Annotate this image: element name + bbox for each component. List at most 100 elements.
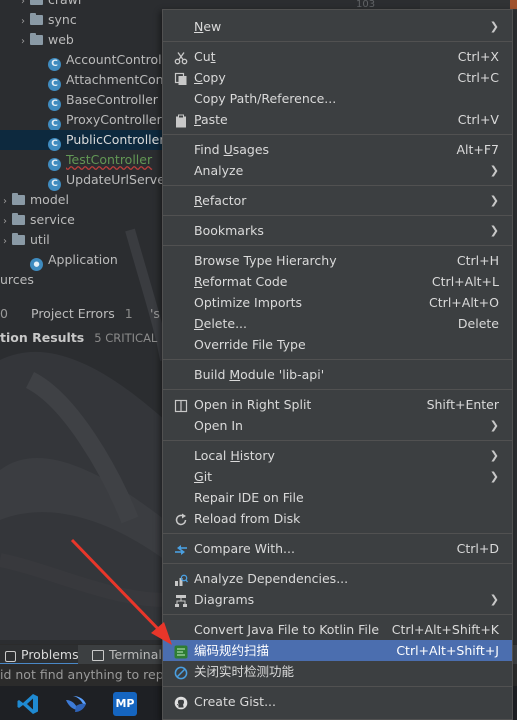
menu-item-shortcut: Ctrl+C	[457, 70, 499, 85]
tree-item-application[interactable]: ● Application	[30, 250, 118, 271]
menu-item-8[interactable]: Refactor ❯	[163, 190, 512, 211]
menu-item-9[interactable]: Bookmarks ❯	[163, 220, 512, 241]
menu-item-label: Open In	[194, 418, 243, 433]
menu-item-17[interactable]: Open In ❯	[163, 415, 512, 436]
menu-item-label: Delete...	[194, 316, 248, 331]
disable-icon	[174, 665, 188, 680]
menu-item-2[interactable]: Cut Ctrl+X	[163, 46, 512, 67]
tree-item-accountcontroller[interactable]: C AccountController	[48, 50, 178, 71]
menu-item-label: Copy	[194, 70, 226, 85]
menu-item-7[interactable]: Analyze ❯	[163, 160, 512, 181]
tree-item-updateurlserver[interactable]: C UpdateUrlServer	[48, 170, 170, 191]
tree-item-model[interactable]: › model	[0, 190, 69, 210]
problems-icon	[5, 651, 16, 662]
menu-item-27[interactable]: 关闭实时检测功能	[163, 661, 512, 682]
menu-item-19[interactable]: Git ❯	[163, 466, 512, 487]
menu-item-3[interactable]: Copy Ctrl+C	[163, 67, 512, 88]
tab-project-errors[interactable]: Project Errors 1	[31, 303, 133, 325]
submenu-arrow-icon: ❯	[489, 224, 499, 237]
menu-item-label: 关闭实时检测功能	[194, 664, 295, 679]
mp-icon[interactable]: MP	[113, 692, 137, 716]
menu-item-label: Git	[194, 469, 213, 484]
submenu-arrow-icon: ❯	[489, 20, 499, 33]
menu-item-14[interactable]: Override File Type	[163, 334, 512, 355]
submenu-arrow-icon: ❯	[489, 164, 499, 177]
github-icon	[174, 695, 188, 710]
expand-arrow-icon[interactable]: ›	[0, 192, 12, 212]
menu-item-shortcut: Ctrl+X	[457, 49, 499, 64]
menu-item-label: Create Gist...	[194, 694, 277, 709]
tree-item-util[interactable]: › util	[0, 230, 50, 250]
expand-arrow-icon[interactable]: ›	[16, 12, 30, 32]
menu-item-22[interactable]: Compare With... Ctrl+D	[163, 538, 512, 559]
tree-item-publiccontroller[interactable]: C PublicController	[0, 130, 165, 151]
reload-icon	[174, 512, 188, 526]
tree-item-service[interactable]: › service	[0, 210, 75, 230]
tree-item-label: Application	[48, 252, 118, 267]
menu-item-15[interactable]: Build Module 'lib-api'	[163, 364, 512, 385]
menu-item-label: Open in Right Split	[194, 397, 312, 412]
tree-item-label: TestController	[66, 152, 153, 167]
tree-item-label: crawl	[48, 0, 81, 7]
menu-item-5[interactable]: Paste Ctrl+V	[163, 109, 512, 130]
tree-item-sync[interactable]: › sync	[16, 10, 77, 30]
tree-item-testcontroller[interactable]: C TestController	[48, 150, 153, 171]
expand-arrow-icon[interactable]: ›	[16, 32, 30, 52]
menu-item-6[interactable]: Find Usages Alt+F7	[163, 139, 512, 160]
menu-item-label: Override File Type	[194, 337, 306, 352]
tree-item-crawl[interactable]: ›crawl	[16, 0, 81, 10]
menu-item-4[interactable]: Copy Path/Reference...	[163, 88, 512, 109]
menu-item-10[interactable]: Browse Type Hierarchy Ctrl+H	[163, 250, 512, 271]
problems-tab[interactable]: Problems	[0, 645, 79, 665]
menu-item-1[interactable]: New ❯	[163, 16, 512, 37]
tree-item-label: service	[30, 212, 75, 227]
tool-window-tabs: 0 Project Errors 1 's	[0, 303, 165, 325]
menu-item-12[interactable]: Optimize Imports Ctrl+Alt+O	[163, 292, 512, 313]
menu-item-26[interactable]: 编码规约扫描 Ctrl+Alt+Shift+J	[163, 640, 512, 661]
tree-item-web[interactable]: › web	[16, 30, 74, 50]
folder-icon	[30, 33, 43, 45]
menu-item-label: 编码规约扫描	[194, 643, 270, 658]
menu-item-label: Analyze Dependencies...	[194, 571, 349, 586]
folder-icon	[12, 193, 25, 205]
menu-item-13[interactable]: Delete... Delete	[163, 313, 512, 334]
paste-icon	[174, 113, 188, 128]
menu-item-24[interactable]: Diagrams ❯	[163, 589, 512, 610]
menu-item-21[interactable]: Reload from Disk	[163, 508, 512, 529]
menu-item-label: Diagrams	[194, 592, 255, 607]
folder-icon	[30, 0, 43, 5]
menu-item-25[interactable]: Convert Java File to Kotlin File Ctrl+Alt…	[163, 619, 512, 640]
tab-fragment[interactable]: 0	[0, 303, 8, 325]
feishu-icon[interactable]	[64, 692, 88, 716]
inspection-results-header: tion Results 5 CRITICAL	[0, 328, 157, 348]
menu-item-label: Bookmarks	[194, 223, 264, 238]
menu-item-label: Find Usages	[194, 142, 270, 157]
tree-item-basecontroller[interactable]: C BaseController	[48, 90, 158, 111]
tree-item-attachmentcontr[interactable]: C AttachmentContr	[48, 70, 174, 91]
menu-item-label: Convert Java File to Kotlin File	[194, 622, 380, 637]
menu-item-28[interactable]: Create Gist...	[163, 691, 512, 712]
menu-item-label: Repair IDE on File	[194, 490, 304, 505]
menu-separator	[163, 686, 512, 687]
copy-icon	[174, 71, 188, 85]
folder-icon	[12, 233, 25, 245]
tree-item-urces[interactable]: urces	[0, 270, 34, 290]
menu-item-23[interactable]: Analyze Dependencies...	[163, 568, 512, 589]
tab-fragment-right[interactable]: 's	[150, 303, 160, 325]
menu-item-shortcut: Shift+Enter	[426, 397, 499, 412]
menu-separator	[163, 440, 512, 441]
menu-item-11[interactable]: Reformat Code Ctrl+Alt+L	[163, 271, 512, 292]
submenu-arrow-icon: ❯	[489, 419, 499, 432]
diagram-icon	[174, 593, 188, 607]
inspection-summary: 5 CRITICAL	[94, 331, 158, 345]
vscode-icon[interactable]	[16, 692, 40, 716]
tree-item-label: BaseController	[66, 92, 158, 107]
scissors-icon	[174, 50, 188, 65]
expand-arrow-icon[interactable]: ›	[0, 212, 12, 232]
menu-item-label: Refactor	[194, 193, 247, 208]
expand-arrow-icon[interactable]: ›	[0, 232, 12, 252]
menu-item-18[interactable]: Local History ❯	[163, 445, 512, 466]
menu-item-20[interactable]: Repair IDE on File	[163, 487, 512, 508]
menu-item-16[interactable]: Open in Right Split Shift+Enter	[163, 394, 512, 415]
tree-item-proxycontroller[interactable]: C ProxyController	[48, 110, 162, 131]
